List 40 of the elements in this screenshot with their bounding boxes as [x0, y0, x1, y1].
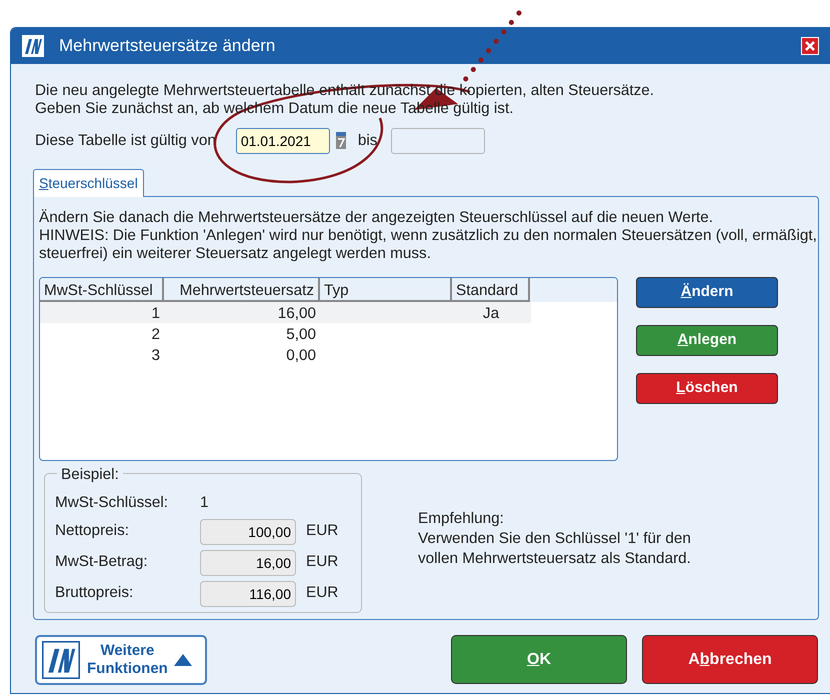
date-to-field[interactable]: [391, 128, 486, 154]
field-value: 1: [200, 493, 209, 513]
table-cell: 1: [151, 305, 160, 322]
window-title: Mehrwertsteuersätze ändern: [59, 35, 276, 58]
table-cell: Ja: [482, 305, 500, 322]
date-from-field[interactable]: 01.01.2021: [236, 128, 330, 154]
logo-icon: [41, 641, 81, 679]
logo-icon: [21, 34, 45, 58]
close-icon: [804, 40, 816, 52]
table-row[interactable]: 1 16,00 Ja: [40, 302, 531, 323]
close-button[interactable]: [801, 37, 819, 55]
calendar-icon[interactable]: [336, 132, 346, 149]
field-label: Nettopreis:: [55, 521, 130, 542]
table-cell: 2: [151, 326, 160, 343]
table-row[interactable]: 3 0,00: [40, 344, 531, 365]
table-cell: 0,00: [286, 347, 316, 364]
amount-field[interactable]: 116,00: [200, 580, 296, 606]
table-cell: 5,00: [286, 326, 316, 343]
add-button[interactable]: Anlegen: [636, 325, 778, 356]
field-label: MwSt-Betrag:: [55, 552, 149, 572]
edit-button[interactable]: Ändern: [636, 277, 778, 308]
ok-button[interactable]: OK: [451, 635, 627, 684]
unit-label: EUR: [306, 552, 338, 572]
table-cell: 3: [151, 347, 160, 364]
field-label: Bruttopreis:: [55, 583, 134, 604]
recommendation-text: Empfehlung: Verwenden Sie den Schlüssel '1' für den vollen Mehrwertsteuersatz als Standard.: [418, 509, 691, 569]
field-label: MwSt-Schlüssel:: [55, 493, 170, 513]
amount-field[interactable]: 16,00: [200, 550, 296, 576]
unit-label: EUR: [306, 583, 338, 604]
delete-button[interactable]: Löschen: [636, 373, 778, 404]
cancel-button[interactable]: Abbrechen: [642, 635, 818, 684]
amount-field[interactable]: 100,00: [200, 518, 296, 544]
unit-label: EUR: [306, 521, 338, 542]
table-cell: 16,00: [278, 305, 316, 322]
field-label: bis: [358, 130, 378, 151]
tab[interactable]: Steuerschlüssel: [33, 169, 144, 197]
more-functions-button[interactable]: Weitere Funktionen: [35, 635, 207, 685]
caret-up-icon: [174, 654, 192, 666]
table-row[interactable]: 2 5,00: [40, 323, 531, 344]
instruction-text: Ändern Sie danach die Mehrwertsteuersätze der angezeigten Steuerschlüssel auf die neuen Werte. HINWEIS: Die Funktion 'Anlegen' wird nur benötigt, wenn zusätzlich zu den normalen Steuersätzen (voll, ermäßigt, steuerfrei) ein weiterer Steuersatz angelegt werden muss.: [39, 209, 818, 263]
